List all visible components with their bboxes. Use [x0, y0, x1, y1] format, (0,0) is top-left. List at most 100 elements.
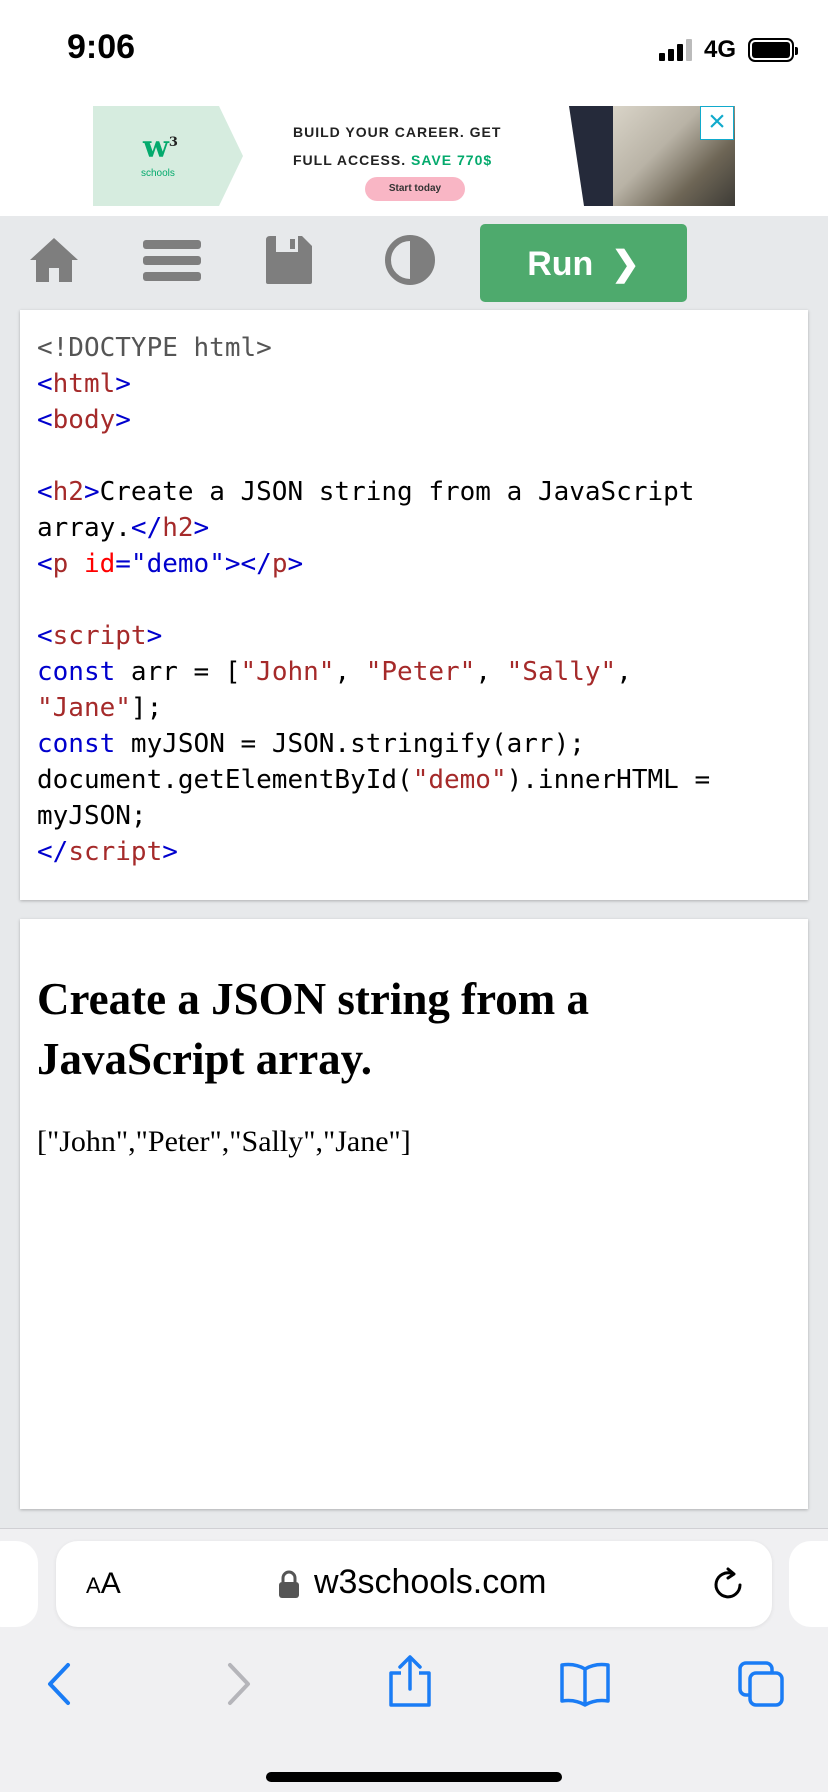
code-token: "Jane"	[37, 693, 131, 723]
code-line: </script>	[37, 834, 791, 870]
code-token: >	[287, 549, 304, 579]
code-token: p	[271, 549, 288, 579]
code-token: arr = [	[115, 657, 241, 687]
code-token: id	[68, 549, 116, 579]
code-token: >	[83, 477, 100, 507]
code-token: >	[193, 513, 210, 543]
code-line: "Jane"];	[37, 690, 791, 726]
code-token: ).innerHTML =	[506, 765, 711, 795]
status-indicators: 4G	[658, 36, 798, 64]
code-line: const arr = ["John", "Peter", "Sally",	[37, 654, 791, 690]
url-text[interactable]: w3schools.com	[314, 1563, 546, 1602]
code-line: <html>	[37, 366, 791, 402]
code-editor[interactable]: <!DOCTYPE html> <html> <body> <h2>Create a …	[20, 310, 808, 900]
forward-icon[interactable]	[212, 1659, 262, 1709]
code-token: ];	[130, 693, 163, 723]
status-bar: 9:06 4G	[0, 0, 828, 100]
code-line: const myJSON = JSON.stringify(arr);	[37, 726, 791, 762]
code-token: ></	[224, 549, 272, 579]
next-tab-preview[interactable]	[789, 1541, 828, 1627]
lock-icon	[278, 1569, 300, 1599]
code-token: "Sally"	[506, 657, 617, 687]
result-frame: Create a JSON string from a JavaScript a…	[20, 919, 808, 1509]
result-heading: Create a JSON string from a JavaScript a…	[37, 974, 589, 1084]
code-line: <!DOCTYPE html>	[37, 330, 791, 366]
code-token: "Peter"	[365, 657, 476, 687]
code-token: array.	[37, 513, 131, 543]
signal-icon	[658, 39, 692, 61]
editor-toolbar: Run ❯	[0, 216, 828, 304]
browser-toolbar: AA w3schools.com	[0, 1528, 828, 1792]
code-token: myJSON;	[37, 801, 147, 831]
battery-icon	[748, 38, 798, 62]
address-bar[interactable]: AA w3schools.com	[56, 1541, 772, 1627]
code-token: "demo"	[412, 765, 507, 795]
ad-logo-panel: w3 schools	[93, 106, 243, 206]
ad-logo-text: schools	[141, 168, 175, 179]
code-token: "John"	[240, 657, 335, 687]
code-token: h2	[52, 477, 84, 507]
chevron-right-icon: ❯	[611, 245, 640, 283]
result-output: ["John","Peter","Sally","Jane"]	[37, 1125, 411, 1158]
w3schools-logo: w3	[143, 130, 178, 165]
reload-icon[interactable]	[710, 1565, 748, 1603]
code-token: document.getElementById(	[37, 765, 413, 795]
main-area: <!DOCTYPE html> <html> <body> <h2>Create a …	[0, 304, 828, 1528]
code-token: </	[37, 837, 69, 867]
code-token: script	[68, 837, 163, 867]
network-label: 4G	[703, 36, 736, 63]
code-token: <	[37, 621, 53, 651]
code-line: myJSON;	[37, 798, 791, 834]
code-token: html	[52, 369, 116, 399]
run-button[interactable]: Run ❯	[480, 224, 687, 302]
code-token: </	[130, 513, 163, 543]
save-icon[interactable]	[264, 232, 320, 288]
code-token: >	[115, 369, 131, 399]
status-time: 9:06	[67, 28, 136, 66]
code-token: <	[37, 549, 53, 579]
code-token: h2	[162, 513, 194, 543]
code-token: >	[162, 837, 178, 867]
bookmarks-icon[interactable]	[558, 1659, 610, 1709]
code-token: <	[37, 405, 53, 435]
code-line: array.</h2>	[37, 510, 791, 546]
ad-headline: BUILD YOUR CAREER. GET FULL ACCESS. SAVE…	[293, 118, 533, 174]
ad-line-1: BUILD YOUR CAREER. GET	[293, 124, 502, 140]
code-token: ,	[334, 657, 366, 687]
code-token: myJSON = JSON.stringify(arr);	[115, 729, 585, 759]
code-token: >	[115, 405, 131, 435]
code-token: ,	[616, 657, 632, 687]
previous-tab-preview[interactable]	[0, 1541, 38, 1627]
code-token: body	[52, 405, 116, 435]
ad-banner[interactable]: w3 schools BUILD YOUR CAREER. GET FULL A…	[93, 106, 735, 206]
code-token: >	[146, 621, 163, 651]
code-token: <!DOCTYPE html>	[37, 333, 272, 363]
home-icon[interactable]	[26, 232, 82, 288]
code-token: ,	[475, 657, 507, 687]
code-token: Create a JSON string from a JavaScript	[99, 477, 695, 507]
code-line: <script>	[37, 618, 791, 654]
code-token: ="demo"	[115, 549, 225, 579]
menu-icon[interactable]	[143, 232, 201, 288]
code-token: script	[52, 621, 147, 651]
code-token: const	[37, 657, 116, 687]
contrast-icon[interactable]	[382, 232, 438, 288]
ad-line-2: FULL ACCESS. SAVE 770$	[293, 152, 493, 168]
ad-cta-button[interactable]: Start today	[365, 177, 465, 201]
share-icon[interactable]	[385, 1653, 435, 1707]
code-token: p	[52, 549, 69, 579]
code-token: <	[37, 369, 53, 399]
code-line: <p id="demo"></p>	[37, 546, 791, 582]
code-line: <body>	[37, 402, 791, 438]
reader-settings-button[interactable]: AA	[86, 1567, 121, 1601]
code-token: const	[37, 729, 116, 759]
back-icon[interactable]	[36, 1659, 86, 1709]
code-line: document.getElementById("demo").innerHTM…	[37, 762, 791, 798]
code-token: <	[37, 477, 53, 507]
tabs-icon[interactable]	[736, 1659, 786, 1709]
ad-close-button[interactable]: ×	[700, 106, 734, 140]
home-indicator	[266, 1772, 562, 1782]
code-line: <h2>Create a JSON string from a JavaScri…	[37, 474, 791, 510]
